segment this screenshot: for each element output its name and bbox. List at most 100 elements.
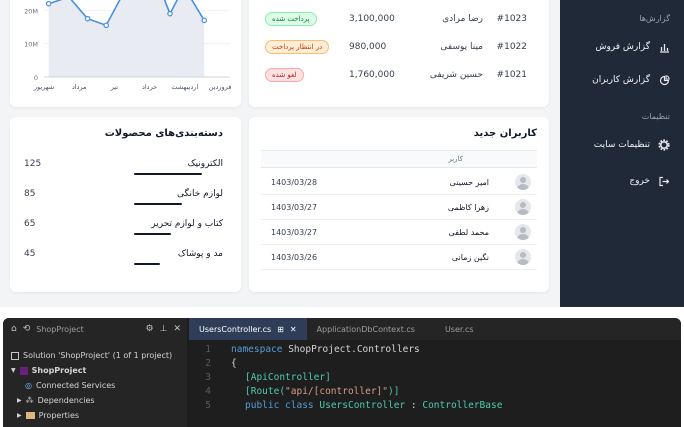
users-column-user: کاربر [448, 155, 463, 163]
avatar [515, 224, 531, 240]
order-id: #1021 [496, 70, 527, 80]
logout-icon [658, 175, 670, 187]
connected-services-node[interactable]: ◎ Connected Services [25, 381, 115, 390]
sidebar-item-sales-report[interactable]: گزارش فروش [595, 41, 670, 53]
category-count: 65 [24, 219, 36, 229]
orders-table: #1023 رضا مرادی 3,100,000 پرداخت شده #1022 می… [249, 6, 549, 107]
line-number: 1 [205, 344, 211, 355]
sidebar-item-site-settings[interactable]: تنظیمات سایت [594, 139, 670, 151]
order-row[interactable]: #1023 رضا مرادی 3,100,000 پرداخت شده [249, 6, 549, 34]
user-name: نگین زمانی [451, 253, 489, 262]
explorer-title: ShopProject [36, 324, 84, 334]
line-number: 3 [205, 372, 211, 383]
users-table: امیر حسینی 1403/03/28 زهرا کاظمی 1403/03/27… [249, 170, 549, 292]
solution-explorer: ⌂ ⟲ ShopProject ⚙ ⊥ ✕ Solution 'ShopProj… [3, 318, 187, 427]
dependencies-icon: ⁂ [25, 396, 34, 405]
avatar [515, 199, 531, 215]
category-bar [134, 263, 160, 265]
sidebar-item-label: گزارش فروش [595, 42, 650, 52]
user-date: 1403/03/28 [271, 178, 318, 187]
order-status-badge: پرداخت شده [265, 12, 317, 26]
user-row[interactable]: امیر حسینی 1403/03/28 [261, 170, 537, 195]
properties-label: Properties [38, 411, 80, 420]
order-id: #1023 [496, 14, 527, 24]
user-date: 1403/03/26 [271, 253, 318, 262]
code-line: namespace ShopProject.Controllers [231, 344, 420, 355]
y-tick-label: 20M [24, 7, 38, 15]
tab-users-controller[interactable]: UsersController.cs ⊞ ✕ [189, 318, 307, 340]
bar-chart-icon [658, 41, 670, 53]
user-row[interactable]: زهرا کاظمی 1403/03/27 [261, 195, 537, 220]
series-area [48, 0, 205, 77]
code-line: public class UsersController : Controlle… [245, 400, 503, 411]
editor-tabs: UsersController.cs ⊞ ✕ ApplicationDbCont… [189, 318, 681, 340]
order-row[interactable]: #1022 مینا یوسفی 980,000 در انتظار پرداخت [249, 34, 549, 62]
recent-orders-card: #1023 رضا مرادی 3,100,000 پرداخت شده #1022 می… [249, 0, 549, 107]
code-line: { [231, 358, 237, 369]
properties-node[interactable]: ▶ Properties [17, 411, 79, 420]
order-amount: 1,760,000 [349, 70, 395, 80]
data-point[interactable] [167, 10, 173, 17]
user-name: زهرا کاظمی [447, 203, 489, 212]
line-number: 5 [205, 400, 211, 411]
order-id: #1022 [496, 42, 527, 52]
category-count: 125 [24, 159, 42, 169]
x-tick-label: تیر [110, 83, 119, 91]
category-row: الکترونیک 125 [10, 159, 241, 189]
tab-user[interactable]: User.cs [425, 318, 484, 340]
dependencies-node[interactable]: ▶ ⁂ Dependencies [17, 396, 95, 405]
user-date: 1403/03/27 [271, 228, 318, 237]
sidebar-section-settings: تنظیمات [641, 112, 670, 121]
sidebar-item-label: گزارش کاربران [592, 75, 650, 85]
category-row: لوازم خانگی 85 [10, 189, 241, 219]
data-point[interactable] [84, 15, 91, 22]
category-name: مد و پوشاک [177, 249, 223, 259]
chevron-right-icon: ▶ [17, 412, 22, 419]
close-icon[interactable]: ✕ [290, 325, 297, 334]
category-name: الکترونیک [187, 159, 223, 169]
sidebar-item-logout[interactable]: خروج [629, 175, 670, 187]
categories-list: الکترونیک 125 لوازم خانگی 85 کتاب و لوازم تح… [10, 159, 241, 292]
dependencies-label: Dependencies [37, 396, 95, 405]
sidebar-item-label: تنظیمات سایت [593, 140, 650, 150]
chevron-down-icon: ▼ [11, 367, 16, 374]
pin-icon[interactable]: ⊥ [160, 324, 168, 334]
project-node[interactable]: ▼ ShopProject [11, 366, 86, 375]
data-point[interactable] [103, 22, 110, 29]
solution-explorer-toolbar: ⌂ ⟲ ShopProject ⚙ ⊥ ✕ [3, 318, 187, 340]
order-row[interactable]: #1021 حسین شریفی 1,760,000 لغو شده [249, 62, 549, 90]
code-area[interactable]: 1 namespace ShopProject.Controllers 2 { … [189, 344, 681, 427]
tab-label: UsersController.cs [199, 324, 272, 334]
order-status-badge: در انتظار پرداخت [265, 40, 330, 54]
category-bar [134, 233, 171, 235]
settings-icon[interactable]: ⚙ [146, 324, 154, 334]
users-table-header: کاربر [261, 150, 537, 168]
category-bar [134, 203, 182, 205]
category-bar [134, 173, 202, 175]
pie-chart-icon [658, 74, 670, 86]
new-users-card: کاربران جدید کاربر امیر حسینی 1403/03/28 ز… [249, 117, 549, 292]
user-name: امیر حسینی [449, 178, 489, 187]
sync-icon[interactable]: ⟲ [23, 324, 31, 334]
data-point[interactable] [45, 0, 52, 7]
product-categories-card: دسته‌بندی‌های محصولات الکترونیک 125 لوازم … [10, 117, 241, 292]
close-icon[interactable]: ✕ [173, 324, 181, 334]
admin-dashboard: 20M 10M 0 فروردین اردیبهشت خرداد تیر مرداد شهریو… [0, 0, 684, 307]
line-number: 2 [205, 358, 211, 369]
solution-node[interactable]: Solution 'ShopProject' (1 of 1 project) [11, 351, 172, 360]
x-tick-label: فروردین [209, 83, 232, 91]
category-name: کتاب و لوازم تحریر [151, 219, 223, 229]
chevron-right-icon: ▶ [17, 397, 22, 404]
sidebar: گزارش‌ها گزارش فروش گزارش کاربران تنظیما… [560, 0, 684, 307]
pin-icon[interactable]: ⊞ [277, 325, 284, 334]
csharp-project-icon [19, 366, 28, 375]
user-row[interactable]: محمد لطفی 1403/03/27 [261, 220, 537, 245]
new-users-title: کاربران جدید [473, 128, 537, 139]
data-point[interactable] [201, 17, 208, 24]
y-tick-label: 0 [34, 74, 38, 82]
user-row[interactable]: نگین زمانی 1403/03/26 [261, 245, 537, 270]
home-icon[interactable]: ⌂ [11, 324, 17, 334]
tab-application-db-context[interactable]: ApplicationDbContext.cs [307, 318, 425, 340]
order-customer: حسین شریفی [429, 70, 483, 80]
sidebar-item-users-report[interactable]: گزارش کاربران [592, 74, 670, 86]
